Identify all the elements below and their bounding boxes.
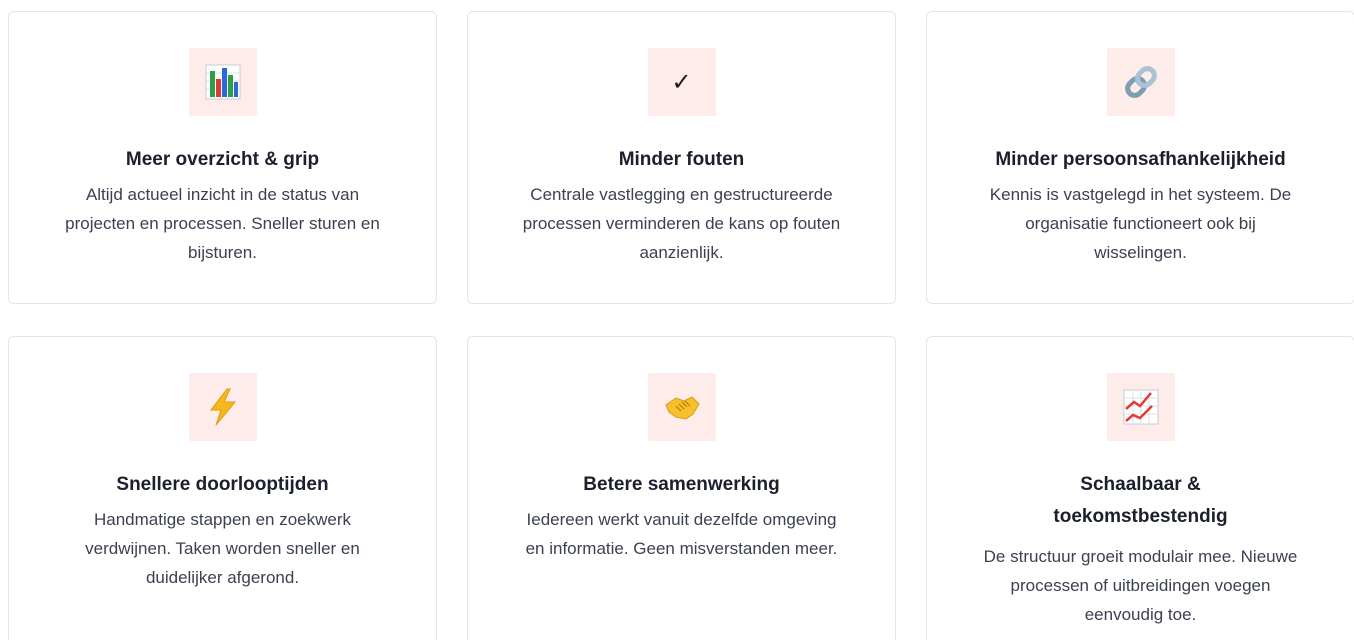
card-title: Schaalbaar & toekomstbestendig xyxy=(1053,474,1228,527)
card-title: Betere samenwerking xyxy=(583,474,780,495)
benefit-card-fouten: ✓ Minder fouten Centrale vastlegging en … xyxy=(467,11,896,304)
benefit-card-persoonsafhankelijkheid: Minder persoonsafhankelijkheid Kennis is… xyxy=(926,11,1354,304)
card-title: Meer overzicht & grip xyxy=(125,149,320,170)
card-title: Minder persoonsafhankelijkheid xyxy=(995,149,1286,170)
benefit-card-overzicht: Meer overzicht & grip Altijd actueel inz… xyxy=(8,11,437,304)
card-title: Snellere doorlooptijden xyxy=(116,474,329,495)
card-title: Minder fouten xyxy=(618,149,745,170)
trending-up-chart-icon xyxy=(1106,373,1175,441)
card-description: Altijd actueel inzicht in de status van … xyxy=(65,185,380,262)
card-description: De structuur groeit modulair mee. Nieuwe… xyxy=(983,547,1298,624)
bar-chart-icon xyxy=(188,48,257,116)
card-description: Centrale vastlegging en gestructureerde … xyxy=(522,185,841,262)
benefits-grid: Meer overzicht & grip Altijd actueel inz… xyxy=(0,0,1354,640)
card-description: Kennis is vastgelegd in het systeem. De … xyxy=(989,185,1292,262)
link-icon xyxy=(1106,48,1175,116)
benefit-card-schaalbaar: Schaalbaar & toekomstbestendig De struct… xyxy=(926,336,1354,640)
card-description: Handmatige stappen en zoekwerk verdwijne… xyxy=(85,510,360,587)
benefit-card-doorlooptijden: Snellere doorlooptijden Handmatige stapp… xyxy=(8,336,437,640)
check-icon: ✓ xyxy=(647,48,716,116)
card-description: Iedereen werkt vanuit dezelfde omgeving … xyxy=(525,510,838,558)
benefit-card-samenwerking: Betere samenwerking Iedereen werkt vanui… xyxy=(467,336,896,640)
handshake-icon xyxy=(647,373,716,441)
lightning-icon xyxy=(188,373,257,441)
